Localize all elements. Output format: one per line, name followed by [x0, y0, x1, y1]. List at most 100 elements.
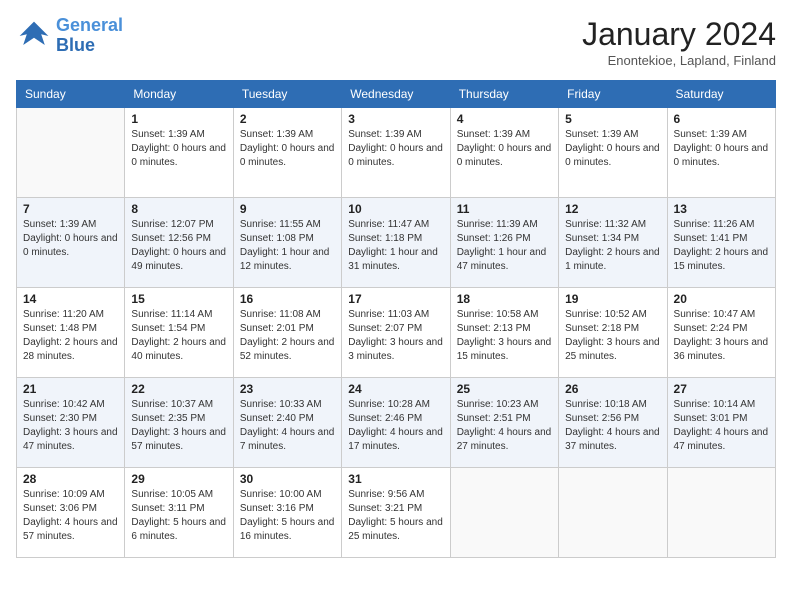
calendar-cell: 10 Sunrise: 11:47 AMSunset: 1:18 PMDaylig… — [342, 198, 450, 288]
logo: General Blue — [16, 16, 123, 56]
day-info: Sunrise: 11:20 AMSunset: 1:48 PMDaylight… — [23, 308, 118, 364]
day-info: Sunrise: 10:37 AMSunset: 2:35 PMDaylight… — [131, 398, 226, 454]
calendar-cell: 29 Sunrise: 10:05 AMSunset: 3:11 PMDaylig… — [125, 468, 233, 558]
month-title: January 2024 — [582, 16, 776, 53]
day-number: 4 — [457, 112, 552, 126]
day-number: 11 — [457, 202, 552, 216]
calendar-cell: 1 Sunset: 1:39 AMDaylight: 0 hours and 0 … — [125, 108, 233, 198]
calendar-cell: 25 Sunrise: 10:23 AMSunset: 2:51 PMDaylig… — [450, 378, 558, 468]
day-info: Sunrise: 11:55 AMSunset: 1:08 PMDaylight… — [240, 218, 335, 274]
day-number: 16 — [240, 292, 335, 306]
day-info: Sunrise: 10:05 AMSunset: 3:11 PMDaylight… — [131, 488, 226, 544]
calendar-header-row: SundayMondayTuesdayWednesdayThursdayFrid… — [17, 81, 776, 108]
calendar-week-row: 28Sunrise: 10:09 AMSunset: 3:06 PMDaylig… — [17, 468, 776, 558]
calendar-cell: 6 Sunset: 1:39 AMDaylight: 0 hours and 0 … — [667, 108, 775, 198]
calendar-cell: 13 Sunrise: 11:26 AMSunset: 1:41 PMDaylig… — [667, 198, 775, 288]
day-number: 21 — [23, 382, 118, 396]
day-info: Sunrise: 11:08 AMSunset: 2:01 PMDaylight… — [240, 308, 335, 364]
day-info: Sunset: 1:39 AMDaylight: 0 hours and 0 m… — [131, 128, 226, 170]
col-header-sunday: Sunday — [17, 81, 125, 108]
calendar-cell — [559, 468, 667, 558]
day-number: 24 — [348, 382, 443, 396]
logo-icon — [16, 18, 52, 54]
calendar-cell: 18 Sunrise: 10:58 AMSunset: 2:13 PMDaylig… — [450, 288, 558, 378]
day-number: 18 — [457, 292, 552, 306]
calendar-week-row: 1 Sunset: 1:39 AMDaylight: 0 hours and 0 … — [17, 108, 776, 198]
day-info: Sunset: 1:39 AMDaylight: 0 hours and 0 m… — [240, 128, 335, 170]
day-number: 3 — [348, 112, 443, 126]
day-info: Sunrise: 10:58 AMSunset: 2:13 PMDaylight… — [457, 308, 552, 364]
calendar-cell: 2 Sunset: 1:39 AMDaylight: 0 hours and 0 … — [233, 108, 341, 198]
col-header-friday: Friday — [559, 81, 667, 108]
day-number: 13 — [674, 202, 769, 216]
calendar-cell: 17 Sunrise: 11:03 AMSunset: 2:07 PMDaylig… — [342, 288, 450, 378]
day-number: 19 — [565, 292, 660, 306]
day-number: 20 — [674, 292, 769, 306]
calendar-cell: 30Sunrise: 10:00 AMSunset: 3:16 PMDaylig… — [233, 468, 341, 558]
calendar-cell: 19Sunrise: 10:52 AMSunset: 2:18 PMDaylig… — [559, 288, 667, 378]
calendar-cell: 31 Sunrise: 9:56 AMSunset: 3:21 PMDayligh… — [342, 468, 450, 558]
calendar-week-row: 7 Sunset: 1:39 AMDaylight: 0 hours and 0 … — [17, 198, 776, 288]
day-number: 31 — [348, 472, 443, 486]
day-number: 1 — [131, 112, 226, 126]
day-info: Sunrise: 10:33 AMSunset: 2:40 PMDaylight… — [240, 398, 335, 454]
day-number: 10 — [348, 202, 443, 216]
day-info: Sunrise: 10:14 AMSunset: 3:01 PMDaylight… — [674, 398, 769, 454]
day-number: 23 — [240, 382, 335, 396]
day-info: Sunrise: 11:14 AMSunset: 1:54 PMDaylight… — [131, 308, 226, 364]
day-info: Sunrise: 11:32 AMSunset: 1:34 PMDaylight… — [565, 218, 660, 274]
day-number: 25 — [457, 382, 552, 396]
calendar-cell: 7 Sunset: 1:39 AMDaylight: 0 hours and 0 … — [17, 198, 125, 288]
day-info: Sunrise: 10:09 AMSunset: 3:06 PMDaylight… — [23, 488, 118, 544]
calendar-cell — [667, 468, 775, 558]
location-subtitle: Enontekioe, Lapland, Finland — [582, 53, 776, 68]
calendar-cell — [450, 468, 558, 558]
calendar-cell: 14 Sunrise: 11:20 AMSunset: 1:48 PMDaylig… — [17, 288, 125, 378]
day-info: Sunrise: 10:23 AMSunset: 2:51 PMDaylight… — [457, 398, 552, 454]
calendar-week-row: 14 Sunrise: 11:20 AMSunset: 1:48 PMDaylig… — [17, 288, 776, 378]
calendar-cell: 16 Sunrise: 11:08 AMSunset: 2:01 PMDaylig… — [233, 288, 341, 378]
calendar-cell: 5Sunset: 1:39 AMDaylight: 0 hours and 0 … — [559, 108, 667, 198]
day-number: 9 — [240, 202, 335, 216]
calendar-cell: 15 Sunrise: 11:14 AMSunset: 1:54 PMDaylig… — [125, 288, 233, 378]
logo-text: General Blue — [56, 16, 123, 56]
calendar-cell — [17, 108, 125, 198]
day-info: Sunrise: 11:47 AMSunset: 1:18 PMDaylight… — [348, 218, 443, 274]
calendar-cell: 21 Sunrise: 10:42 AMSunset: 2:30 PMDaylig… — [17, 378, 125, 468]
col-header-saturday: Saturday — [667, 81, 775, 108]
day-number: 7 — [23, 202, 118, 216]
day-number: 8 — [131, 202, 226, 216]
day-number: 26 — [565, 382, 660, 396]
day-number: 6 — [674, 112, 769, 126]
day-number: 2 — [240, 112, 335, 126]
title-block: January 2024 Enontekioe, Lapland, Finlan… — [582, 16, 776, 68]
day-info: Sunrise: 11:26 AMSunset: 1:41 PMDaylight… — [674, 218, 769, 274]
calendar-cell: 24 Sunrise: 10:28 AMSunset: 2:46 PMDaylig… — [342, 378, 450, 468]
calendar-cell: 4Sunset: 1:39 AMDaylight: 0 hours and 0 … — [450, 108, 558, 198]
day-number: 27 — [674, 382, 769, 396]
day-info: Sunset: 1:39 AMDaylight: 0 hours and 0 m… — [23, 218, 118, 260]
day-info: Sunrise: 10:47 AMSunset: 2:24 PMDaylight… — [674, 308, 769, 364]
calendar-cell: 9 Sunrise: 11:55 AMSunset: 1:08 PMDayligh… — [233, 198, 341, 288]
calendar-cell: 3 Sunset: 1:39 AMDaylight: 0 hours and 0 … — [342, 108, 450, 198]
calendar-cell: 12Sunrise: 11:32 AMSunset: 1:34 PMDaylig… — [559, 198, 667, 288]
day-number: 14 — [23, 292, 118, 306]
day-number: 5 — [565, 112, 660, 126]
col-header-wednesday: Wednesday — [342, 81, 450, 108]
day-number: 17 — [348, 292, 443, 306]
day-info: Sunset: 1:39 AMDaylight: 0 hours and 0 m… — [348, 128, 443, 170]
day-info: Sunrise: 10:42 AMSunset: 2:30 PMDaylight… — [23, 398, 118, 454]
day-info: Sunrise: 12:07 PMSunset: 12:56 PMDayligh… — [131, 218, 226, 274]
day-info: Sunrise: 10:28 AMSunset: 2:46 PMDaylight… — [348, 398, 443, 454]
day-number: 29 — [131, 472, 226, 486]
day-number: 22 — [131, 382, 226, 396]
day-info: Sunset: 1:39 AMDaylight: 0 hours and 0 m… — [674, 128, 769, 170]
day-info: Sunrise: 10:00 AMSunset: 3:16 PMDaylight… — [240, 488, 335, 544]
calendar-cell: 23 Sunrise: 10:33 AMSunset: 2:40 PMDaylig… — [233, 378, 341, 468]
day-info: Sunrise: 9:56 AMSunset: 3:21 PMDaylight:… — [348, 488, 443, 544]
calendar-week-row: 21 Sunrise: 10:42 AMSunset: 2:30 PMDaylig… — [17, 378, 776, 468]
day-number: 15 — [131, 292, 226, 306]
day-info: Sunrise: 11:03 AMSunset: 2:07 PMDaylight… — [348, 308, 443, 364]
day-info: Sunrise: 11:39 AMSunset: 1:26 PMDaylight… — [457, 218, 552, 274]
calendar-table: SundayMondayTuesdayWednesdayThursdayFrid… — [16, 80, 776, 558]
